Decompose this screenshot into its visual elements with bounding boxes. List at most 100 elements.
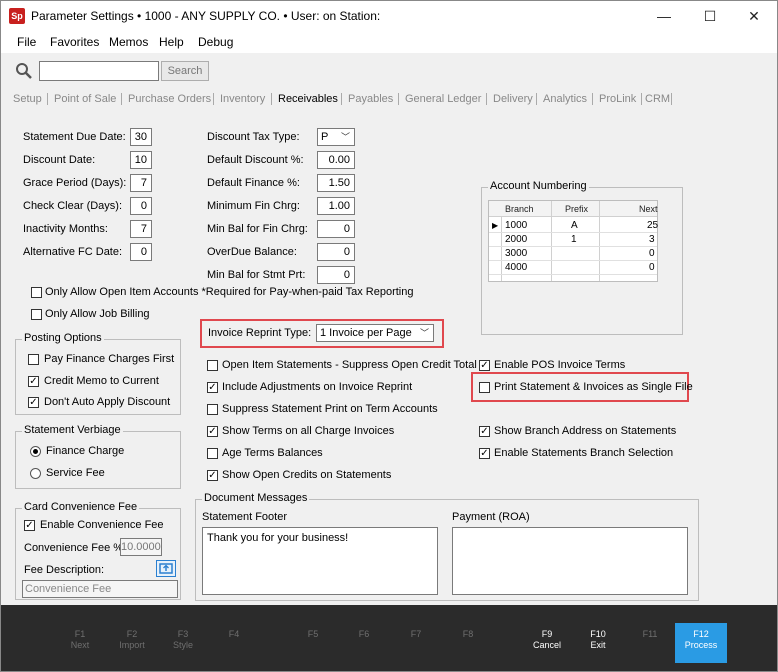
inactivity-months-input[interactable]: 7: [130, 220, 152, 238]
row-next[interactable]: 25: [647, 220, 658, 232]
tab-purchase-orders[interactable]: Purchase Orders: [128, 93, 211, 105]
default-discount-input[interactable]: 0.00: [317, 151, 355, 169]
min-bal-fin-chrg-input[interactable]: 0: [317, 220, 355, 238]
discount-tax-type-value: P: [321, 131, 329, 143]
row-next[interactable]: 0: [649, 262, 655, 274]
tab-general-ledger[interactable]: General Ledger: [405, 93, 481, 105]
menu-debug[interactable]: Debug: [198, 35, 233, 49]
finance-charge-radio[interactable]: [30, 446, 41, 457]
tab-prolink[interactable]: ProLink: [599, 93, 636, 105]
convenience-fee-input[interactable]: 10.0000: [120, 538, 162, 556]
f1-next-button[interactable]: F1 Next: [55, 629, 105, 651]
tab-inventory[interactable]: Inventory: [220, 93, 265, 105]
suppress-statement-checkbox[interactable]: [207, 404, 218, 415]
minimum-fin-chrg-input[interactable]: 1.00: [317, 197, 355, 215]
fkey-key: F12: [693, 629, 709, 639]
window-icon: [159, 563, 173, 574]
include-adjustments-checkbox[interactable]: ✓: [207, 382, 218, 393]
overdue-balance-input[interactable]: 0: [317, 243, 355, 261]
grace-period-input[interactable]: 7: [130, 174, 152, 192]
close-button[interactable]: ✕: [731, 1, 777, 31]
enable-convenience-fee-checkbox[interactable]: ✓: [24, 520, 35, 531]
service-fee-label: Service Fee: [46, 467, 105, 479]
tab-delivery[interactable]: Delivery: [493, 93, 533, 105]
age-terms-checkbox[interactable]: [207, 448, 218, 459]
print-single-file-label: Print Statement & Invoices as Single Fil…: [494, 381, 693, 393]
fee-description-input[interactable]: Convenience Fee: [22, 580, 178, 598]
pay-finance-first-checkbox[interactable]: [28, 354, 39, 365]
tab-setup[interactable]: Setup: [13, 93, 42, 105]
enable-pos-terms-checkbox[interactable]: ✓: [479, 360, 490, 371]
grace-period-label: Grace Period (Days):: [23, 177, 127, 189]
row-branch[interactable]: 4000: [505, 262, 527, 274]
statement-due-date-input[interactable]: 30: [130, 128, 152, 146]
f11-button[interactable]: F11: [625, 629, 675, 640]
fkey-label: Process: [684, 640, 718, 650]
dont-auto-apply-label: Don't Auto Apply Discount: [44, 396, 171, 408]
f2-import-button[interactable]: F2 Import: [107, 629, 157, 651]
f10-exit-button[interactable]: F10 Exit: [573, 629, 623, 651]
fkey-key: F8: [462, 629, 474, 639]
f12-process-button[interactable]: F12 Process: [675, 623, 727, 663]
f7-button[interactable]: F7: [391, 629, 441, 640]
print-single-file-checkbox[interactable]: [479, 382, 490, 393]
payment-roa-textarea[interactable]: [452, 527, 688, 595]
card-convenience-fee-title: Card Convenience Fee: [22, 501, 140, 513]
tab-crm[interactable]: CRM: [645, 93, 670, 105]
menu-help[interactable]: Help: [159, 35, 184, 49]
row-branch[interactable]: 3000: [505, 248, 527, 260]
search-button[interactable]: Search: [161, 61, 209, 81]
statement-footer-textarea[interactable]: Thank you for your business!: [202, 527, 438, 595]
default-finance-input[interactable]: 1.50: [317, 174, 355, 192]
dont-auto-apply-checkbox[interactable]: ✓: [28, 397, 39, 408]
fkey-key: F5: [307, 629, 319, 639]
f9-cancel-button[interactable]: F9 Cancel: [522, 629, 572, 651]
row-prefix[interactable]: 1: [571, 234, 577, 246]
invoice-reprint-select[interactable]: 1 Invoice per Page ﹀: [316, 324, 434, 342]
f5-button[interactable]: F5: [288, 629, 338, 640]
show-open-credits-checkbox[interactable]: ✓: [207, 470, 218, 481]
menu-file[interactable]: File: [17, 35, 36, 49]
tab-divider: [536, 93, 537, 105]
only-job-billing-checkbox[interactable]: [31, 309, 42, 320]
open-item-suppress-label: Open Item Statements - Suppress Open Cre…: [222, 359, 477, 371]
credit-memo-current-checkbox[interactable]: ✓: [28, 376, 39, 387]
title-bar: Sp Parameter Settings • 1000 - ANY SUPPL…: [1, 1, 777, 31]
tab-receivables[interactable]: Receivables: [278, 93, 338, 105]
search-input[interactable]: [39, 61, 159, 81]
maximize-button[interactable]: ☐: [687, 1, 733, 31]
menu-memos[interactable]: Memos: [109, 35, 148, 49]
row-branch[interactable]: 2000: [505, 234, 527, 246]
service-fee-radio[interactable]: [30, 468, 41, 479]
discount-tax-type-select[interactable]: P ﹀: [317, 128, 355, 146]
menu-favorites[interactable]: Favorites: [50, 35, 99, 49]
f6-button[interactable]: F6: [339, 629, 389, 640]
row-branch[interactable]: 1000: [505, 220, 527, 232]
row-prefix[interactable]: A: [571, 220, 578, 232]
only-open-item-label: Only Allow Open Item Accounts *Required …: [45, 286, 414, 298]
row-next[interactable]: 3: [649, 234, 655, 246]
check-clear-input[interactable]: 0: [130, 197, 152, 215]
search-icon: [16, 63, 32, 79]
show-branch-address-checkbox[interactable]: ✓: [479, 426, 490, 437]
expand-description-button[interactable]: [156, 560, 176, 577]
tab-analytics[interactable]: Analytics: [543, 93, 587, 105]
minimize-button[interactable]: —: [641, 1, 687, 31]
tab-point-of-sale[interactable]: Point of Sale: [54, 93, 116, 105]
only-open-item-checkbox[interactable]: [31, 287, 42, 298]
show-terms-checkbox[interactable]: ✓: [207, 426, 218, 437]
f4-button[interactable]: F4: [209, 629, 259, 640]
open-item-suppress-checkbox[interactable]: [207, 360, 218, 371]
min-bal-stmt-prt-input[interactable]: 0: [317, 266, 355, 284]
tab-divider: [592, 93, 593, 105]
tab-payables[interactable]: Payables: [348, 93, 393, 105]
discount-date-input[interactable]: 10: [130, 151, 152, 169]
alternative-fc-date-input[interactable]: 0: [130, 243, 152, 261]
tab-divider: [398, 93, 399, 105]
header-branch: Branch: [505, 204, 534, 214]
grid-line: [489, 274, 657, 275]
f3-style-button[interactable]: F3 Style: [158, 629, 208, 651]
f8-button[interactable]: F8: [443, 629, 493, 640]
row-next[interactable]: 0: [649, 248, 655, 260]
enable-branch-selection-checkbox[interactable]: ✓: [479, 448, 490, 459]
